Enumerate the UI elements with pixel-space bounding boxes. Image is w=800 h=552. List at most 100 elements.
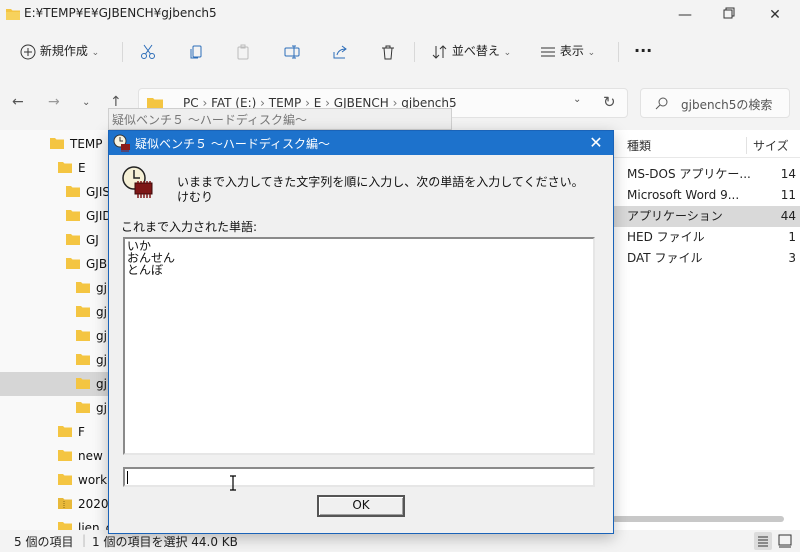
new-button[interactable]: 新規作成 ⌄ <box>20 38 99 64</box>
copy-button[interactable] <box>188 38 204 64</box>
tree-item-gjid[interactable]: GJID <box>0 204 112 228</box>
search-box[interactable]: gjbench5の検索 <box>640 88 790 118</box>
ok-button[interactable]: OK <box>317 495 405 517</box>
zip-folder-icon <box>58 493 72 517</box>
column-header: 種類 サイズ <box>612 130 800 158</box>
text-caret <box>127 471 128 484</box>
close-window-button[interactable]: ✕ <box>752 0 798 30</box>
column-type[interactable]: 種類 <box>627 137 651 154</box>
file-size: 11 <box>780 188 796 202</box>
rename-button[interactable] <box>284 38 300 64</box>
dialog-close-button[interactable]: ✕ <box>579 131 613 155</box>
tree-item-temp[interactable]: TEMP <box>0 132 112 156</box>
file-size: 14 <box>780 167 796 181</box>
file-row[interactable]: MS-DOS アプリケー... 14 <box>612 164 800 185</box>
navigation-pane: TEMP E GJIS GJID GJ GJBE gjb gjb gjb gjb… <box>0 130 116 530</box>
toolbar-divider <box>618 42 619 62</box>
paste-icon <box>237 44 249 59</box>
dialog-titlebar: 疑似ベンチ５ 〜ハードディスク編〜 ✕ <box>109 131 613 155</box>
clock-chip-icon <box>121 165 155 202</box>
benchmark-dialog: 疑似ベンチ５ 〜ハードディスク編〜 ✕ いままで入力してきた文字列を順に入力し、… <box>108 130 614 534</box>
file-size: 1 <box>788 230 796 244</box>
window-title: E:¥TEMP¥E¥GJBENCH¥gjbench5 <box>24 6 217 20</box>
plus-circle-icon <box>20 44 36 59</box>
column-size[interactable]: サイズ <box>746 137 789 154</box>
tree-item-2020[interactable]: 20201 <box>0 492 116 517</box>
horizontal-scrollbar[interactable] <box>612 516 784 522</box>
selection-info: 1 個の項目を選択 44.0 KB <box>92 535 238 549</box>
tree-item-gjbench-sub[interactable]: gjb <box>0 324 115 349</box>
tree-item-gjbench-sub[interactable]: gjb <box>0 300 115 325</box>
refresh-icon[interactable]: ↻ <box>603 93 616 111</box>
tree-item-f[interactable]: F <box>0 420 112 444</box>
folder-icon <box>76 349 90 373</box>
tree-item-label: lien_c <box>78 521 112 530</box>
tree-item-label: GJIS <box>86 185 110 199</box>
tree-item-work[interactable]: work <box>0 468 112 492</box>
folder-icon <box>66 205 80 229</box>
ibeam-cursor-icon <box>229 475 237 494</box>
folder-icon <box>58 445 72 469</box>
explorer-titlebar: E:¥TEMP¥E¥GJBENCH¥gjbench5 — ✕ <box>0 0 800 30</box>
search-placeholder: gjbench5の検索 <box>681 98 773 112</box>
folder-icon <box>66 181 80 205</box>
address-dropdown-icon[interactable]: ⌄ <box>573 94 581 105</box>
tree-item-gjbench-sub[interactable]: gjb <box>0 396 115 420</box>
folder-icon <box>76 301 90 325</box>
file-row[interactable]: HED ファイル 1 <box>612 227 800 248</box>
tree-item-e[interactable]: E <box>0 156 112 180</box>
share-button[interactable] <box>332 38 348 64</box>
tree-item-gjbench-sub[interactable]: gjb <box>0 348 115 373</box>
delete-button[interactable] <box>380 38 396 64</box>
app-clock-icon <box>113 134 131 155</box>
tree-item-gjbench[interactable]: GJBE <box>0 252 115 277</box>
folder-icon <box>76 325 90 349</box>
instruction-text: いままで入力してきた文字列を順に入力し、次の単語を入力してください。 けむり <box>177 175 584 205</box>
tree-item-gjis[interactable]: GJIS <box>0 180 112 204</box>
file-size: 3 <box>788 251 796 265</box>
cut-button[interactable] <box>140 38 156 64</box>
folder-icon <box>58 517 72 530</box>
minimize-button[interactable]: — <box>662 0 708 30</box>
entered-word: とんぼ <box>127 263 164 277</box>
entered-words-label: これまで入力された単語: <box>121 220 258 234</box>
folder-icon <box>50 133 64 157</box>
tiles-view-button[interactable] <box>776 532 794 550</box>
recent-chevron-icon[interactable]: ⌄ <box>82 97 90 108</box>
next-word: けむり <box>177 190 214 204</box>
file-type: HED ファイル <box>627 230 705 244</box>
forward-arrow-icon[interactable]: → <box>48 94 60 110</box>
file-list: 種類 サイズ MS-DOS アプリケー... 14 Microsoft Word … <box>612 130 800 530</box>
more-options-button[interactable]: ··· <box>634 38 652 64</box>
back-arrow-icon[interactable]: ← <box>12 94 24 110</box>
tree-item-new[interactable]: new <box>0 444 112 468</box>
file-row-selected[interactable]: アプリケーション 44 <box>612 206 800 227</box>
search-icon <box>655 97 668 110</box>
new-label: 新規作成 <box>39 44 88 58</box>
word-input[interactable] <box>123 467 595 487</box>
tree-item-label: TEMP <box>70 137 103 151</box>
entered-words-list[interactable]: いか おんせん とんぼ <box>123 237 595 455</box>
sort-icon <box>432 44 447 59</box>
view-button[interactable]: 表示 ⌄ <box>540 38 595 64</box>
sort-button[interactable]: 並べ替え ⌄ <box>432 38 511 64</box>
toolbar-divider <box>414 42 415 62</box>
item-count: 5 個の項目 <box>14 535 74 549</box>
details-view-button[interactable] <box>754 532 772 550</box>
tree-item-gjbench-sub[interactable]: gjb <box>0 276 115 300</box>
folder-icon <box>58 469 72 493</box>
tree-item-lien[interactable]: lien_c <box>0 516 112 530</box>
sort-label: 並べ替え <box>451 44 500 58</box>
tree-item-gj[interactable]: GJ <box>0 228 112 252</box>
tree-item-label: E <box>78 161 86 175</box>
maximize-button[interactable] <box>706 0 752 30</box>
folder-icon <box>66 253 80 277</box>
view-label: 表示 <box>559 44 584 58</box>
paste-button[interactable] <box>236 38 252 64</box>
tree-item-gjbench5-selected[interactable]: gjb <box>0 372 115 396</box>
background-window-titlebar: 疑似ベンチ５ 〜ハードディスク編〜 <box>108 108 452 130</box>
file-row[interactable]: DAT ファイル 3 <box>612 248 800 269</box>
folder-icon <box>58 421 72 445</box>
file-row[interactable]: Microsoft Word 9... 11 <box>612 185 800 206</box>
background-window-title: 疑似ベンチ５ 〜ハードディスク編〜 <box>112 113 307 127</box>
